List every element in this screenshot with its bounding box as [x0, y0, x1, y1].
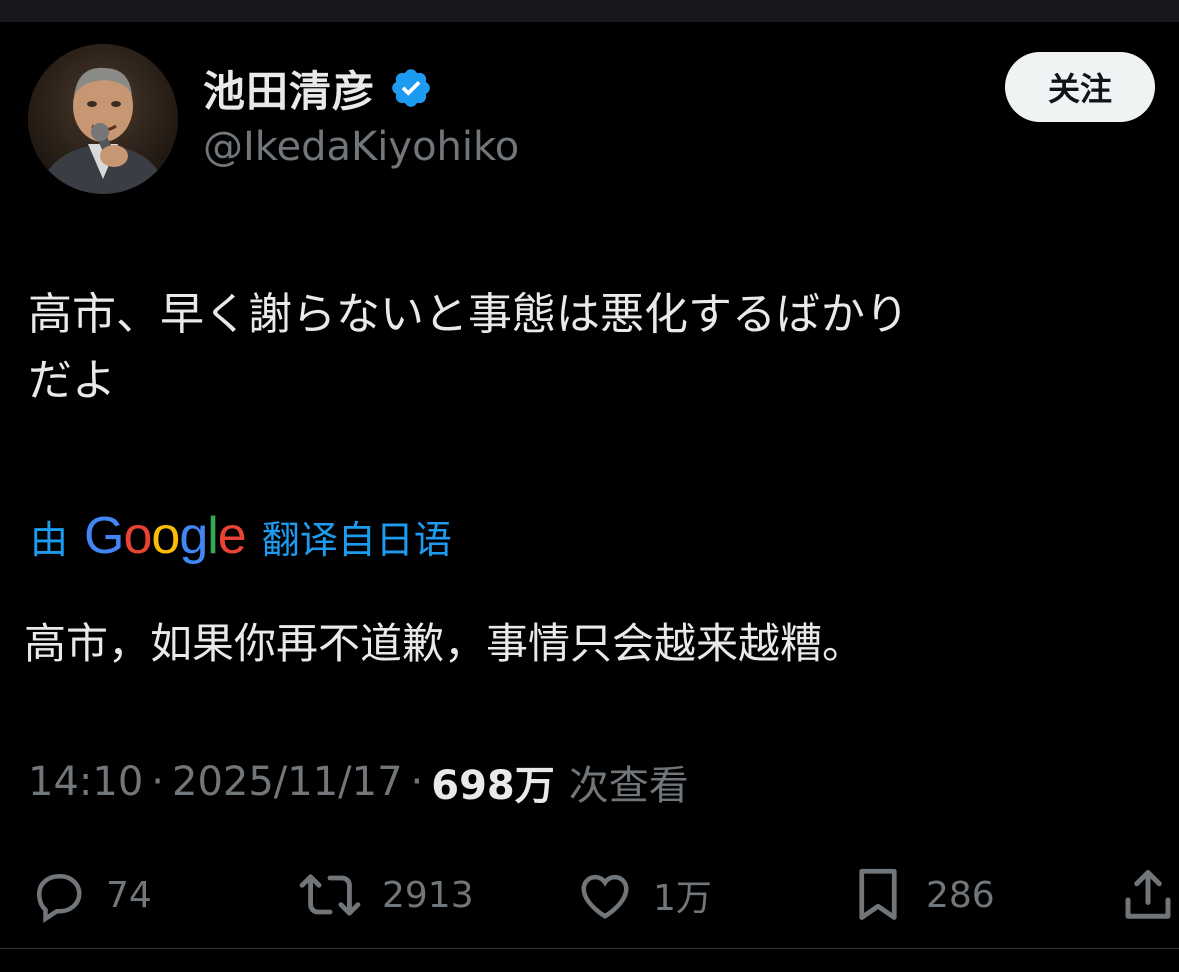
- google-letter: l: [207, 507, 219, 565]
- translated-text: 高市，如果你再不道歉，事情只会越来越糟。: [24, 619, 865, 668]
- google-logo: Google: [84, 506, 247, 566]
- google-letter: o: [123, 507, 152, 565]
- google-letter: e: [217, 507, 247, 565]
- google-letter: g: [179, 507, 208, 565]
- translation-attribution[interactable]: 由 Google 翻译自日语: [30, 506, 452, 566]
- translate-suffix: 翻译自日语: [261, 517, 452, 562]
- avatar[interactable]: [28, 44, 178, 194]
- views-label: 次查看: [568, 763, 689, 809]
- like-button[interactable]: 1万: [575, 860, 712, 930]
- meta-separator: ·: [410, 759, 424, 805]
- google-letter: G: [84, 507, 124, 565]
- follow-button[interactable]: 关注: [1005, 52, 1155, 122]
- avatar-photo: [28, 44, 178, 194]
- like-icon: [581, 874, 629, 919]
- reply-count: 74: [106, 874, 152, 916]
- translate-prefix: 由: [30, 517, 69, 562]
- tweet-text: 高市、早く謝らないと事態は悪化するばかり だよ: [28, 282, 1158, 414]
- repost-button[interactable]: 2913: [296, 860, 474, 930]
- bottom-divider: [0, 948, 1179, 949]
- action-bar: 74 2913 1万 286: [0, 860, 1179, 930]
- bookmark-button[interactable]: 286: [848, 860, 995, 930]
- tweet-meta: 14:10 · 2025/11/17 · 698万 次查看: [28, 752, 689, 812]
- share-icon: [1125, 870, 1171, 919]
- bookmark-icon: [859, 868, 897, 920]
- tweet-text-line-1: 高市、早く謝らないと事態は悪化するばかり: [28, 289, 909, 340]
- repost-icon: [299, 874, 361, 916]
- meta-separator: ·: [151, 759, 164, 805]
- verified-badge-icon: [389, 66, 433, 110]
- reply-icon: [36, 874, 82, 923]
- display-name-row: 池田清彦: [203, 58, 433, 118]
- display-name[interactable]: 池田清彦: [203, 58, 375, 119]
- like-count: 1万: [653, 878, 712, 919]
- share-button[interactable]: [1118, 860, 1178, 930]
- reply-button[interactable]: 74: [28, 860, 152, 930]
- tweet-text-line-2: だよ: [28, 355, 116, 406]
- tweet-date[interactable]: 2025/11/17: [172, 759, 403, 805]
- views-count[interactable]: 698万: [431, 753, 555, 811]
- repost-count: 2913: [382, 874, 474, 916]
- user-handle[interactable]: @IkedaKiyohiko: [203, 124, 519, 170]
- top-strip: [0, 0, 1179, 22]
- bookmark-count: 286: [926, 874, 995, 916]
- tweet-time[interactable]: 14:10: [28, 759, 143, 805]
- google-letter: o: [151, 507, 180, 565]
